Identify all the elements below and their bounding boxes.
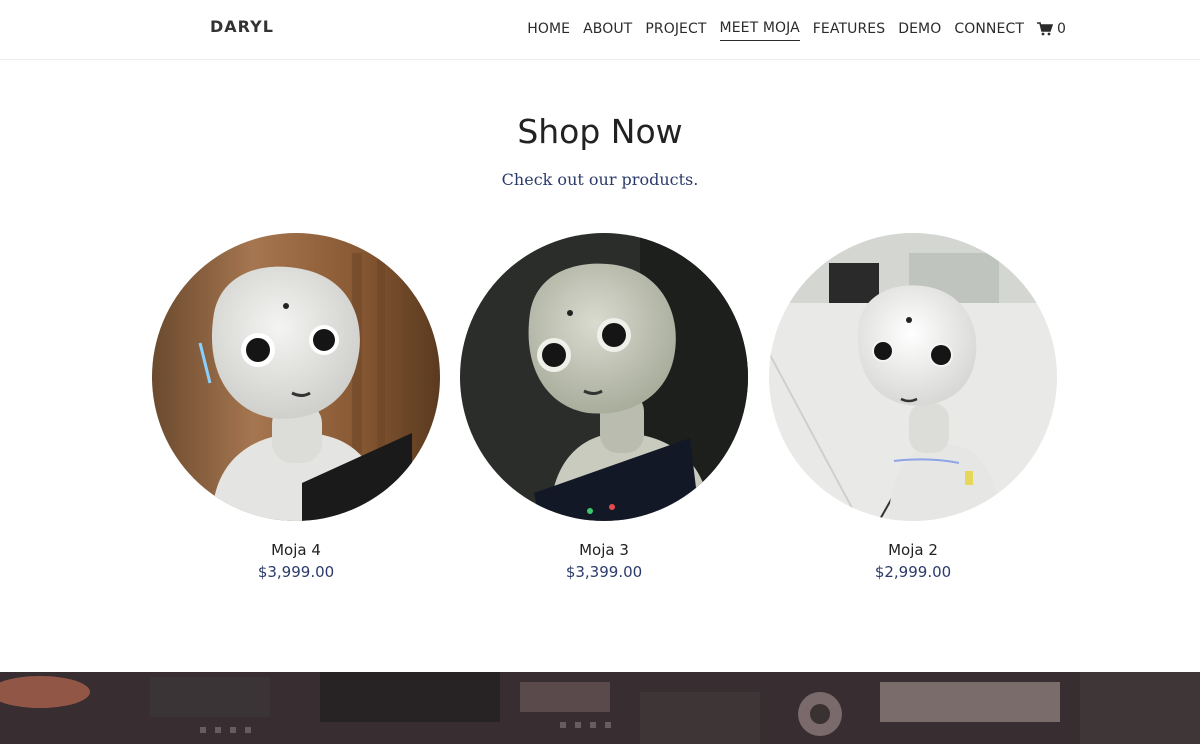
product-image-link[interactable] [460, 233, 748, 521]
main-nav: HOME ABOUT PROJECT MEET MOJA FEATURES DE… [527, 18, 1066, 41]
shop-subtitle: Check out our products. [501, 170, 699, 189]
nav-home[interactable]: HOME [527, 19, 570, 41]
product-card: Moja 4 $3,999.00 [152, 233, 440, 581]
robot-photo-image [460, 233, 748, 521]
nav-meet-moja[interactable]: MEET MOJA [719, 18, 800, 41]
cart-count: 0 [1056, 20, 1066, 37]
product-card: Moja 2 $2,999.00 [769, 233, 1057, 581]
product-image-link[interactable] [769, 233, 1057, 521]
site-header: DARYL HOME ABOUT PROJECT MEET MOJA FEATU… [0, 0, 1200, 60]
shop-title: Shop Now [517, 112, 683, 151]
product-name: Moja 2 [888, 541, 938, 559]
nav-demo[interactable]: DEMO [898, 19, 941, 41]
nav-connect[interactable]: CONNECT [954, 19, 1024, 41]
product-price: $2,999.00 [874, 563, 952, 581]
product-price: $3,999.00 [257, 563, 335, 581]
circuit-board-banner-image [0, 672, 1200, 744]
product-image-link[interactable] [152, 233, 440, 521]
product-price: $3,399.00 [565, 563, 643, 581]
product-card: Moja 3 $3,399.00 [460, 233, 748, 581]
robot-photo-image [152, 233, 440, 521]
product-name: Moja 3 [579, 541, 629, 559]
cart-button[interactable]: 0 [1036, 19, 1066, 41]
brand-logo[interactable]: DARYL [210, 17, 274, 36]
nav-project[interactable]: PROJECT [645, 19, 706, 41]
nav-about[interactable]: ABOUT [583, 19, 632, 41]
robot-photo-image [769, 233, 1057, 521]
cart-icon [1036, 21, 1053, 36]
product-name: Moja 4 [271, 541, 321, 559]
nav-features[interactable]: FEATURES [813, 19, 885, 41]
